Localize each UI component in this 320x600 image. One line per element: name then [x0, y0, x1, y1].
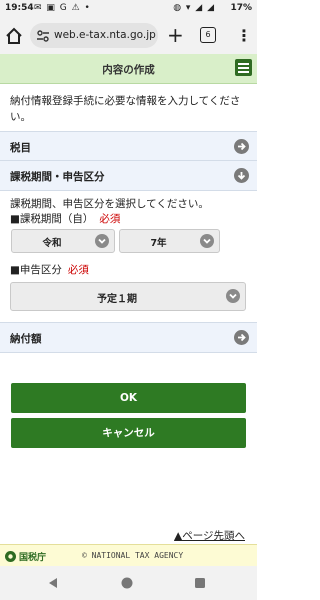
tab-count-button[interactable]: 6 — [200, 27, 216, 43]
category-select-value: 予定１期 — [97, 294, 137, 305]
section-period[interactable]: 課税期間・申告区分 — [0, 160, 257, 191]
page-top-link[interactable]: ▲ページ先頭へ — [174, 528, 245, 543]
chevron-down-icon — [95, 234, 109, 248]
site-settings-icon[interactable] — [36, 29, 50, 43]
url-text: web.e-tax.nta.go.jp — [54, 29, 156, 41]
status-bar: 19:54 ✉ ▣ G ⚠ • ◍ ▾ ◢ ◢ 17% — [0, 0, 257, 17]
section-tax-item[interactable]: 税目 — [0, 131, 257, 161]
chevron-down-icon — [200, 234, 214, 248]
period-description: 課税期間、申告区分を選択してください。 — [10, 198, 209, 210]
menu-icon[interactable] — [235, 59, 252, 76]
address-bar[interactable]: web.e-tax.nta.go.jp — [30, 23, 158, 48]
home-icon[interactable] — [4, 26, 24, 46]
category-field-label: ■申告区分 必須 — [10, 262, 89, 277]
home-button-icon[interactable] — [121, 577, 133, 589]
more-menu-icon[interactable]: ⋮ — [236, 26, 252, 45]
status-time: 19:54 — [5, 3, 34, 13]
category-label-text: ■申告区分 — [10, 264, 62, 276]
year-select-value: 7年 — [150, 238, 167, 249]
arrow-down-icon — [234, 168, 249, 183]
notification-icons: ✉ ▣ G ⚠ • — [34, 3, 91, 13]
recents-icon[interactable] — [194, 577, 206, 589]
category-select[interactable]: 予定１期 — [10, 282, 246, 311]
cancel-button[interactable]: キャンセル — [11, 418, 246, 448]
year-select[interactable]: 7年 — [119, 229, 220, 253]
section-period-label: 課税期間・申告区分 — [10, 171, 105, 183]
period-field-label: ■課税期間（自） 必須 — [10, 211, 120, 226]
era-select-value: 令和 — [42, 238, 62, 249]
browser-toolbar: web.e-tax.nta.go.jp + 6 ⋮ — [0, 17, 257, 54]
system-navigation-bar — [0, 566, 257, 600]
section-amount[interactable]: 納付額 — [0, 322, 257, 353]
signal-icons: ◍ ▾ ◢ ◢ — [173, 3, 215, 13]
era-select[interactable]: 令和 — [11, 229, 115, 253]
section-amount-label: 納付額 — [10, 333, 42, 345]
page-title: 内容の作成 — [102, 64, 155, 76]
chevron-down-icon — [226, 289, 240, 303]
page-header: 内容の作成 — [0, 54, 257, 84]
period-label-text: ■課税期間（自） — [10, 213, 94, 225]
ok-button[interactable]: OK — [11, 383, 246, 413]
copyright-text: © NATIONAL TAX AGENCY — [82, 551, 184, 560]
required-badge: 必須 — [99, 213, 121, 225]
arrow-right-icon — [234, 330, 249, 345]
nta-logo-icon — [5, 551, 16, 562]
battery-level: 17% — [230, 3, 252, 13]
footer: 国税庁 © NATIONAL TAX AGENCY — [0, 544, 257, 567]
arrow-right-icon — [234, 139, 249, 154]
required-badge: 必須 — [67, 264, 89, 276]
new-tab-icon[interactable]: + — [167, 23, 184, 47]
section-tax-item-label: 税目 — [10, 142, 31, 154]
intro-text: 納付情報登録手続に必要な情報を入力してください。 — [10, 95, 241, 123]
back-icon[interactable] — [47, 577, 59, 589]
agency-name: 国税庁 — [19, 553, 47, 563]
